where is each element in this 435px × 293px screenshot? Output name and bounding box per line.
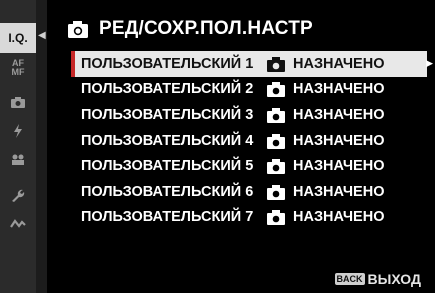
af-mf-icon: AF MF (11, 58, 25, 77)
category-sidebar: I.Q. AF MF ◀ (0, 0, 47, 293)
wrench-icon (12, 189, 25, 202)
list-item-custom-3[interactable]: ПОЛЬЗОВАТЕЛЬСКИЙ 3 НАЗНАЧЕНО (71, 102, 427, 128)
custom-setting-name: ПОЛЬЗОВАТЕЛЬСКИЙ 7 (81, 209, 254, 226)
sidebar-item-movie[interactable] (0, 145, 36, 175)
custom-setting-status: НАЗНАЧЕНО (267, 158, 384, 175)
custom-setting-name: ПОЛЬЗОВАТЕЛЬСКИЙ 5 (81, 158, 254, 175)
list-item-custom-1[interactable]: ПОЛЬЗОВАТЕЛЬСКИЙ 1 НАЗНАЧЕНО ▶ (71, 51, 433, 77)
custom-setting-name: ПОЛЬЗОВАТЕЛЬСКИЙ 2 (81, 81, 254, 98)
exit-label: ВЫХОД (367, 271, 421, 287)
custom-setting-name: ПОЛЬЗОВАТЕЛЬСКИЙ 4 (81, 132, 254, 149)
camera-icon (267, 133, 285, 149)
list-item-custom-4[interactable]: ПОЛЬЗОВАТЕЛЬСКИЙ 4 НАЗНАЧЕНО (71, 128, 427, 154)
camera-icon (267, 184, 285, 200)
custom-setting-status: НАЗНАЧЕНО (267, 209, 384, 226)
camera-icon (267, 159, 285, 175)
custom-setting-status: НАЗНАЧЕНО (267, 56, 384, 72)
right-arrow-icon: ▶ (426, 58, 433, 68)
camera-icon (267, 56, 285, 72)
left-arrow-icon: ◀ (38, 30, 46, 41)
custom-setting-status: НАЗНАЧЕНО (267, 107, 384, 123)
custom-settings-list: ПОЛЬЗОВАТЕЛЬСКИЙ 1 НАЗНАЧЕНО ▶ ПОЛЬЗОВАТ… (71, 51, 433, 231)
page-title: РЕД/СОХР.ПОЛ.НАСТР (99, 18, 313, 39)
list-item-custom-6[interactable]: ПОЛЬЗОВАТЕЛЬСКИЙ 6 НАЗНАЧЕНО (71, 179, 427, 205)
custom-setting-name: ПОЛЬЗОВАТЕЛЬСКИЙ 1 (81, 55, 254, 72)
list-item-custom-2[interactable]: ПОЛЬЗОВАТЕЛЬСКИЙ 2 НАЗНАЧЕНО (71, 77, 427, 103)
sidebar-item-image-quality[interactable]: I.Q. (0, 23, 36, 53)
back-button[interactable]: BACK (334, 273, 365, 285)
menu-header: РЕД/СОХР.ПОЛ.НАСТР (47, 14, 435, 44)
camera-icon (11, 97, 25, 108)
flash-icon (14, 124, 22, 138)
custom-setting-status: НАЗНАЧЕНО (267, 81, 384, 98)
sidebar-item-shooting[interactable] (0, 87, 36, 117)
movie-icon (12, 154, 24, 165)
sidebar-divider (36, 0, 47, 293)
sidebar-item-connection[interactable] (0, 209, 36, 239)
list-item-custom-7[interactable]: ПОЛЬЗОВАТЕЛЬСКИЙ 7 НАЗНАЧЕНО (71, 205, 427, 231)
sidebar-item-flash[interactable] (0, 116, 36, 146)
custom-setting-name: ПОЛЬЗОВАТЕЛЬСКИЙ 6 (81, 183, 254, 200)
camera-icon (267, 82, 285, 98)
camera-icon (68, 21, 88, 38)
image-quality-icon: I.Q. (8, 31, 28, 45)
camera-icon (267, 210, 285, 226)
camera-icon (267, 107, 285, 123)
custom-setting-status: НАЗНАЧЕНО (267, 133, 384, 149)
connection-icon (10, 219, 26, 228)
list-item-custom-5[interactable]: ПОЛЬЗОВАТЕЛЬСКИЙ 5 НАЗНАЧЕНО (71, 153, 427, 179)
custom-setting-name: ПОЛЬЗОВАТЕЛЬСКИЙ 3 (81, 106, 254, 123)
sidebar-item-af-mf[interactable]: AF MF (0, 53, 36, 83)
footer-hint: BACK ВЫХОД (334, 271, 421, 287)
sidebar-item-setup[interactable] (0, 181, 36, 211)
custom-setting-status: НАЗНАЧЕНО (267, 184, 384, 200)
